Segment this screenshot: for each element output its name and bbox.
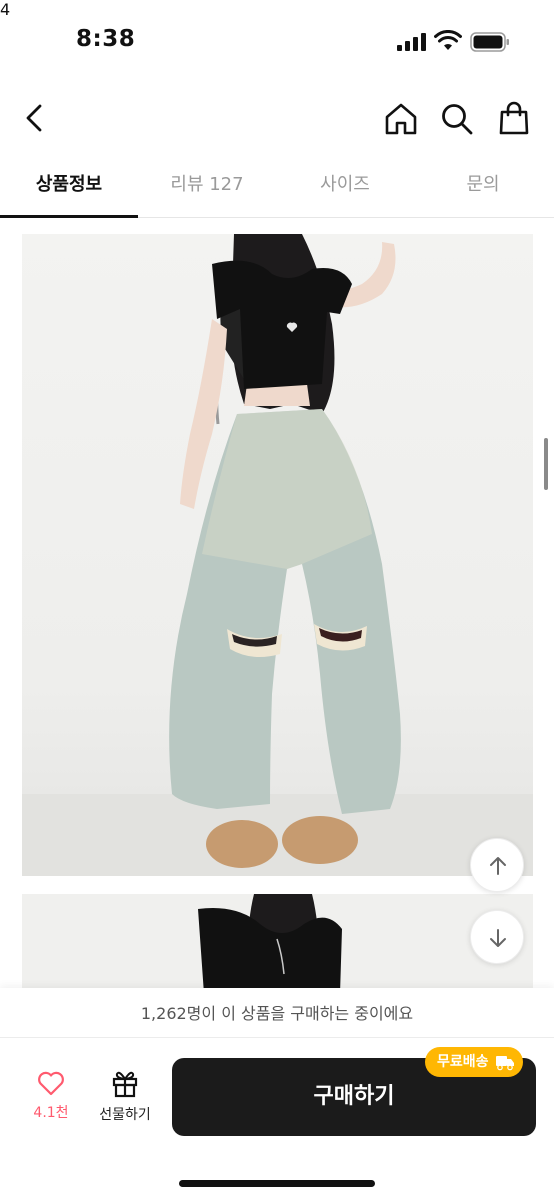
wifi-icon <box>434 30 462 50</box>
like-button[interactable]: 4.1천 <box>28 1070 74 1130</box>
cart-icon[interactable] <box>494 98 534 138</box>
scroll-up-icon <box>490 857 506 875</box>
product-photo-illustration <box>22 234 533 876</box>
search-icon[interactable] <box>438 100 476 138</box>
product-image <box>22 234 533 876</box>
product-tabs: 상품정보 리뷰 127 사이즈 문의 <box>0 160 554 218</box>
purchase-bar: 1,262명이 이 상품을 구매하는 중이에요 4.1천 선물하기 구매하기 무… <box>0 988 554 1200</box>
gift-label: 선물하기 <box>99 1107 151 1123</box>
like-count: 4.1천 <box>33 1105 69 1121</box>
top-nav <box>0 88 554 148</box>
scroll-indicator[interactable] <box>544 438 548 490</box>
free-shipping-badge: 무료배송 <box>425 1047 523 1077</box>
tab-product-info[interactable]: 상품정보 <box>0 160 138 218</box>
home-icon[interactable] <box>382 100 420 138</box>
gift-icon <box>112 1071 138 1098</box>
signal-icon <box>397 33 426 51</box>
status-time: 8:38 <box>76 26 136 52</box>
scroll-down-button[interactable] <box>470 910 524 964</box>
heart-icon <box>38 1071 64 1096</box>
tab-size[interactable]: 사이즈 <box>276 160 414 217</box>
free-shipping-label: 무료배송 <box>437 1054 489 1070</box>
battery-icon <box>470 32 509 52</box>
home-indicator[interactable] <box>179 1180 375 1187</box>
status-bar: 8:38 <box>0 0 554 80</box>
product-image-2 <box>22 894 533 994</box>
scroll-up-button[interactable] <box>470 838 524 892</box>
truck-icon <box>495 1056 514 1071</box>
product-photo-2-illustration <box>198 894 342 994</box>
purchase-notice: 1,262명이 이 상품을 구매하는 중이에요 <box>0 988 554 1038</box>
tab-inquiry[interactable]: 문의 <box>414 160 552 217</box>
tab-reviews[interactable]: 리뷰 127 <box>138 160 276 217</box>
gift-button[interactable]: 선물하기 <box>90 1068 160 1130</box>
scroll-down-icon <box>490 929 506 947</box>
back-icon[interactable] <box>18 98 52 138</box>
